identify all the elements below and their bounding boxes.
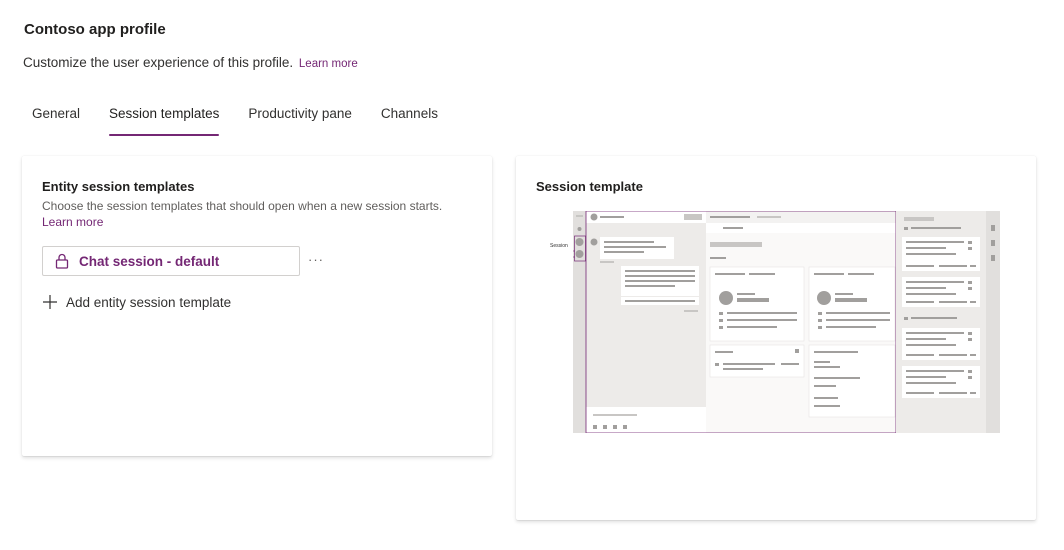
preview-heading: Session template bbox=[536, 179, 643, 194]
more-options-button[interactable]: ··· bbox=[308, 252, 324, 267]
subtitle-text: Customize the user experience of this pr… bbox=[23, 55, 294, 70]
page-title: Contoso app profile bbox=[24, 21, 166, 38]
card-description: Choose the session templates that should… bbox=[42, 198, 452, 230]
entity-session-templates-card: Entity session templates Choose the sess… bbox=[22, 156, 492, 456]
session-template-preview-card: Session template Session bbox=[516, 156, 1036, 520]
template-item-label: Chat session - default bbox=[79, 253, 220, 269]
add-template-label: Add entity session template bbox=[66, 294, 232, 310]
tab-session-templates[interactable]: Session templates bbox=[101, 98, 227, 136]
add-icon bbox=[43, 295, 57, 309]
template-item-chat-session[interactable]: Chat session - default bbox=[42, 246, 300, 276]
tab-general[interactable]: General bbox=[24, 98, 88, 136]
lock-icon bbox=[55, 253, 69, 269]
card-learn-more-link[interactable]: Learn more bbox=[42, 215, 103, 229]
tab-channels[interactable]: Channels bbox=[373, 98, 446, 136]
tab-bar: General Session templates Productivity p… bbox=[24, 98, 459, 136]
card-heading: Entity session templates bbox=[42, 179, 195, 194]
learn-more-link[interactable]: Learn more bbox=[299, 58, 358, 70]
add-template-button[interactable]: Add entity session template bbox=[42, 294, 231, 310]
page-subtitle: Customize the user experience of this pr… bbox=[23, 55, 358, 70]
card-description-text: Choose the session templates that should… bbox=[42, 199, 443, 213]
tab-productivity-pane[interactable]: Productivity pane bbox=[240, 98, 360, 136]
session-callout-label: Session bbox=[550, 243, 568, 249]
session-template-illustration bbox=[573, 211, 1000, 433]
